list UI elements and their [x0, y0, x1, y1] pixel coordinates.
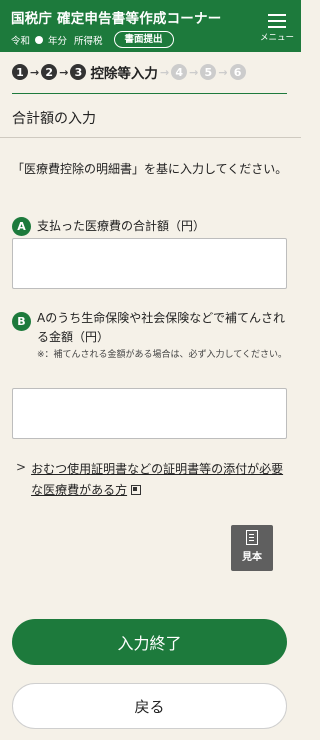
question-b-note: ※：補てんされる金額がある場合は、必ず入力してください。	[37, 350, 288, 360]
hamburger-icon	[268, 14, 286, 28]
page-title: 合計額の入力	[12, 111, 96, 127]
title-divider	[0, 137, 301, 138]
paper-submit-button[interactable]: 書面提出	[113, 31, 174, 48]
step-divider	[12, 93, 287, 94]
era-label: 令和	[11, 35, 31, 47]
step-arrow-icon: →	[218, 65, 228, 79]
question-a-text: 支払った医療費の合計額（円）	[37, 219, 206, 233]
chevron-right-icon: >	[16, 460, 27, 474]
certificate-link[interactable]: > おむつ使用証明書などの証明書等の添付が必要な医療費がある方	[16, 458, 286, 500]
step-arrow-icon: →	[159, 65, 170, 79]
app-title: 国税庁 確定申告書等作成コーナー	[11, 11, 222, 27]
year-suffix: 年分	[48, 35, 68, 47]
tax-year-bar: 令和 年分 所得税 書面提出	[11, 31, 174, 48]
step-arrow-icon: →	[189, 65, 199, 79]
menu-label: メニュー	[259, 33, 294, 43]
badge-a: A	[12, 217, 31, 236]
step-3-current: 3	[70, 64, 87, 80]
question-b-text: Aのうち生命保険や社会保険などで補てんされる金額（円）	[37, 311, 285, 344]
insurance-reimbursement-input[interactable]	[12, 388, 287, 439]
tax-type-label: 所得税	[74, 35, 103, 47]
year-placeholder-dot	[35, 35, 44, 44]
question-b-label: B Aのうち生命保険や社会保険などで補てんされる金額（円） ※：補てんされる金額…	[12, 309, 290, 362]
step-2: 2	[41, 64, 58, 80]
progress-steps: 1 → 2 → 3 控除等入力 → 4 → 5 → 6	[12, 62, 246, 82]
document-icon	[246, 530, 258, 545]
back-button[interactable]: 戻る	[12, 683, 287, 729]
intro-text: 「医療費控除の明細書」を基に入力してください。	[12, 162, 288, 176]
step-arrow-icon: →	[30, 65, 40, 79]
sample-label: 見本	[242, 552, 262, 563]
certificate-link-wrap: おむつ使用証明書などの証明書等の添付が必要な医療費がある方	[31, 458, 286, 500]
medical-expense-total-input[interactable]	[12, 238, 287, 289]
step-5: 5	[200, 64, 217, 80]
step-arrow-icon: →	[59, 65, 69, 79]
finish-input-button[interactable]: 入力終了	[12, 619, 287, 665]
step-6: 6	[229, 64, 246, 80]
current-step-label: 控除等入力	[90, 66, 158, 82]
certificate-link-text[interactable]: おむつ使用証明書などの証明書等の添付が必要な医療費がある方	[31, 462, 283, 497]
menu-button[interactable]: メニュー	[257, 10, 297, 46]
step-4: 4	[171, 64, 188, 80]
question-b-block: Aのうち生命保険や社会保険などで補てんされる金額（円） ※：補てんされる金額があ…	[37, 309, 290, 362]
question-a-label: A 支払った医療費の合計額（円）	[12, 217, 290, 236]
new-window-icon	[131, 485, 142, 495]
badge-b: B	[12, 312, 31, 331]
app-header: 国税庁 確定申告書等作成コーナー 令和 年分 所得税 書面提出 メニュー	[0, 0, 301, 52]
step-1: 1	[12, 64, 28, 80]
sample-button[interactable]: 見本	[231, 525, 273, 571]
